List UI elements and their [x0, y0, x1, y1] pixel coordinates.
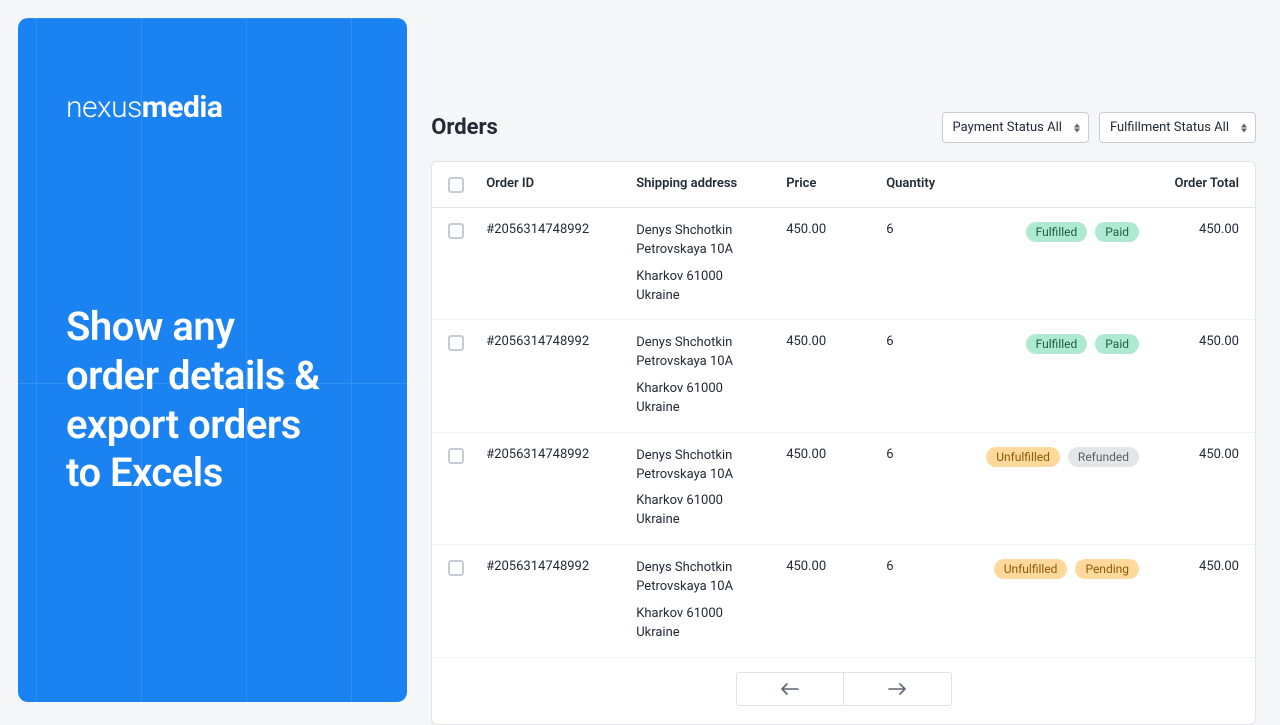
payment-badge: Refunded: [1068, 447, 1139, 467]
select-all-checkbox[interactable]: [448, 177, 464, 193]
cell-shipping: Denys Shchotkin Petrovskaya 10A Kharkov …: [636, 559, 786, 642]
fulfillment-badge: Unfulfilled: [986, 447, 1060, 467]
brand-light: nexus: [66, 90, 142, 125]
cell-order-id: #2056314748992: [486, 559, 636, 574]
row-checkbox[interactable]: [448, 223, 464, 239]
col-shipping: Shipping address: [636, 176, 786, 191]
promo-panel: nexusmedia Show anyorder details &export…: [18, 18, 407, 702]
cell-quantity: 6: [886, 447, 986, 462]
cell-status: Unfulfilled Pending: [986, 559, 1159, 579]
cell-price: 450.00: [786, 222, 886, 237]
cell-shipping: Denys Shchotkin Petrovskaya 10A Kharkov …: [636, 222, 786, 305]
col-order-id: Order ID: [486, 176, 636, 191]
cell-order-id: #2056314748992: [486, 334, 636, 349]
brand-logo: nexusmedia: [66, 90, 359, 125]
payment-status-select[interactable]: Payment Status All: [942, 112, 1089, 143]
fulfillment-badge: Fulfilled: [1026, 334, 1088, 354]
cell-status: Fulfilled Paid: [986, 334, 1159, 354]
payment-badge: Pending: [1075, 559, 1139, 579]
cell-total: 450.00: [1159, 334, 1239, 349]
cell-price: 450.00: [786, 334, 886, 349]
col-total: Order Total: [1159, 176, 1239, 191]
payment-badge: Paid: [1095, 334, 1139, 354]
select-chevrons-icon: [1074, 123, 1080, 132]
col-price: Price: [786, 176, 886, 191]
fulfillment-status-select[interactable]: Fulfillment Status All: [1099, 112, 1256, 143]
cell-total: 450.00: [1159, 447, 1239, 462]
cell-status: Unfulfilled Refunded: [986, 447, 1159, 467]
cell-order-id: #2056314748992: [486, 222, 636, 237]
row-checkbox[interactable]: [448, 560, 464, 576]
promo-headline: Show anyorder details &export ordersto E…: [66, 303, 359, 498]
prev-page-button[interactable]: [736, 672, 844, 706]
orders-table: Order ID Shipping address Price Quantity…: [431, 161, 1256, 725]
cell-total: 450.00: [1159, 559, 1239, 574]
cell-price: 450.00: [786, 559, 886, 574]
brand-bold: media: [142, 90, 223, 125]
col-quantity: Quantity: [886, 176, 986, 191]
table-row: #2056314748992 Denys Shchotkin Petrovska…: [432, 208, 1255, 320]
cell-status: Fulfilled Paid: [986, 222, 1159, 242]
page-title: Orders: [431, 115, 498, 140]
fulfillment-status-label: Fulfillment Status All: [1110, 120, 1229, 135]
row-checkbox[interactable]: [448, 335, 464, 351]
cell-quantity: 6: [886, 334, 986, 349]
cell-total: 450.00: [1159, 222, 1239, 237]
cell-quantity: 6: [886, 559, 986, 574]
table-row: #2056314748992 Denys Shchotkin Petrovska…: [432, 320, 1255, 432]
select-chevrons-icon: [1241, 123, 1247, 132]
cell-quantity: 6: [886, 222, 986, 237]
arrow-left-icon: [781, 683, 799, 695]
table-row: #2056314748992 Denys Shchotkin Petrovska…: [432, 433, 1255, 545]
payment-badge: Paid: [1095, 222, 1139, 242]
arrow-right-icon: [888, 683, 906, 695]
fulfillment-badge: Unfulfilled: [994, 559, 1068, 579]
payment-status-label: Payment Status All: [953, 120, 1062, 135]
main-content: Orders Payment Status All Fulfillment St…: [407, 0, 1280, 720]
cell-shipping: Denys Shchotkin Petrovskaya 10A Kharkov …: [636, 447, 786, 530]
fulfillment-badge: Fulfilled: [1026, 222, 1088, 242]
cell-order-id: #2056314748992: [486, 447, 636, 462]
next-page-button[interactable]: [844, 672, 952, 706]
cell-shipping: Denys Shchotkin Petrovskaya 10A Kharkov …: [636, 334, 786, 417]
table-row: #2056314748992 Denys Shchotkin Petrovska…: [432, 545, 1255, 657]
row-checkbox[interactable]: [448, 448, 464, 464]
cell-price: 450.00: [786, 447, 886, 462]
pagination: [432, 658, 1255, 724]
